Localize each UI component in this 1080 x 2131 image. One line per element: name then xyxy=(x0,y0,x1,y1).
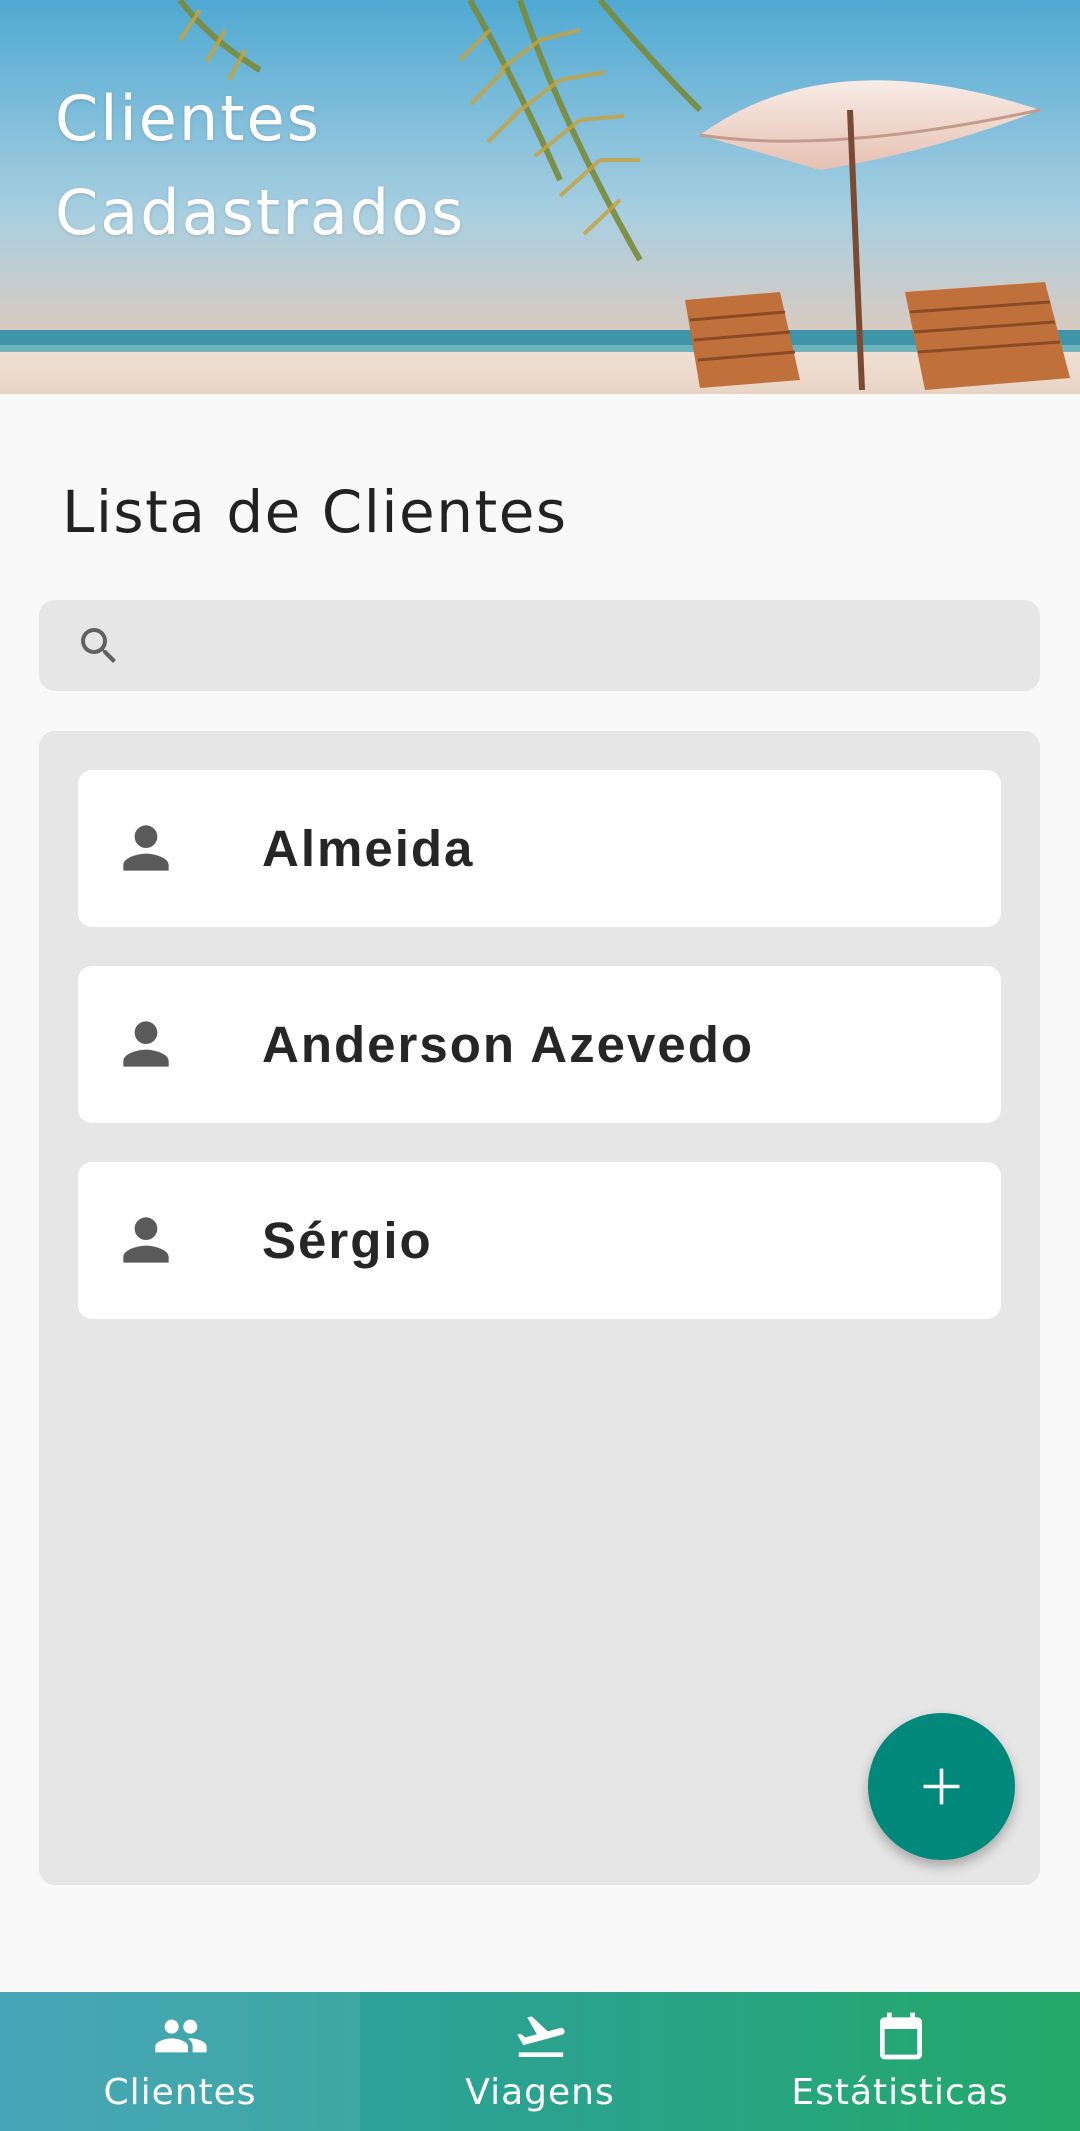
person-icon xyxy=(123,1021,169,1067)
airplane-icon xyxy=(517,2016,565,2057)
search-input[interactable] xyxy=(149,600,1013,693)
client-list-item[interactable]: Anderson Azevedo xyxy=(78,966,1001,1123)
page-title-line2: Cadastrados xyxy=(55,176,466,249)
plus-icon xyxy=(923,1768,960,1805)
client-list: Almeida Anderson Azevedo Sérgio xyxy=(39,731,1040,1885)
person-icon xyxy=(123,825,169,871)
nav-item-estatisticas[interactable]: Estátisticas xyxy=(720,1992,1080,2131)
client-list-item[interactable]: Almeida xyxy=(78,770,1001,927)
client-list-item[interactable]: Sérgio xyxy=(78,1162,1001,1319)
client-name: Sérgio xyxy=(262,1212,433,1269)
page-title: Clientes Cadastrados xyxy=(55,72,465,260)
nav-label-estatisticas: Estátisticas xyxy=(791,2072,1009,2113)
nav-label-clientes: Clientes xyxy=(103,2072,257,2113)
nav-item-viagens[interactable]: Viagens xyxy=(360,1992,720,2131)
people-icon xyxy=(155,2019,207,2053)
nav-item-clientes[interactable]: Clientes xyxy=(0,1992,360,2131)
person-icon xyxy=(123,1217,169,1263)
search-icon xyxy=(81,628,116,663)
client-name: Almeida xyxy=(262,820,475,877)
client-name: Anderson Azevedo xyxy=(262,1016,755,1073)
bottom-navigation: Clientes Viagens Estátisticas xyxy=(0,1992,1080,2131)
add-client-button[interactable] xyxy=(868,1713,1015,1860)
page-title-line1: Clientes xyxy=(55,82,321,155)
nav-label-viagens: Viagens xyxy=(465,2072,615,2113)
section-title: Lista de Clientes xyxy=(62,478,568,546)
calendar-icon xyxy=(880,2012,922,2060)
header-banner: Clientes Cadastrados xyxy=(0,0,1080,394)
search-bar[interactable] xyxy=(39,600,1040,693)
